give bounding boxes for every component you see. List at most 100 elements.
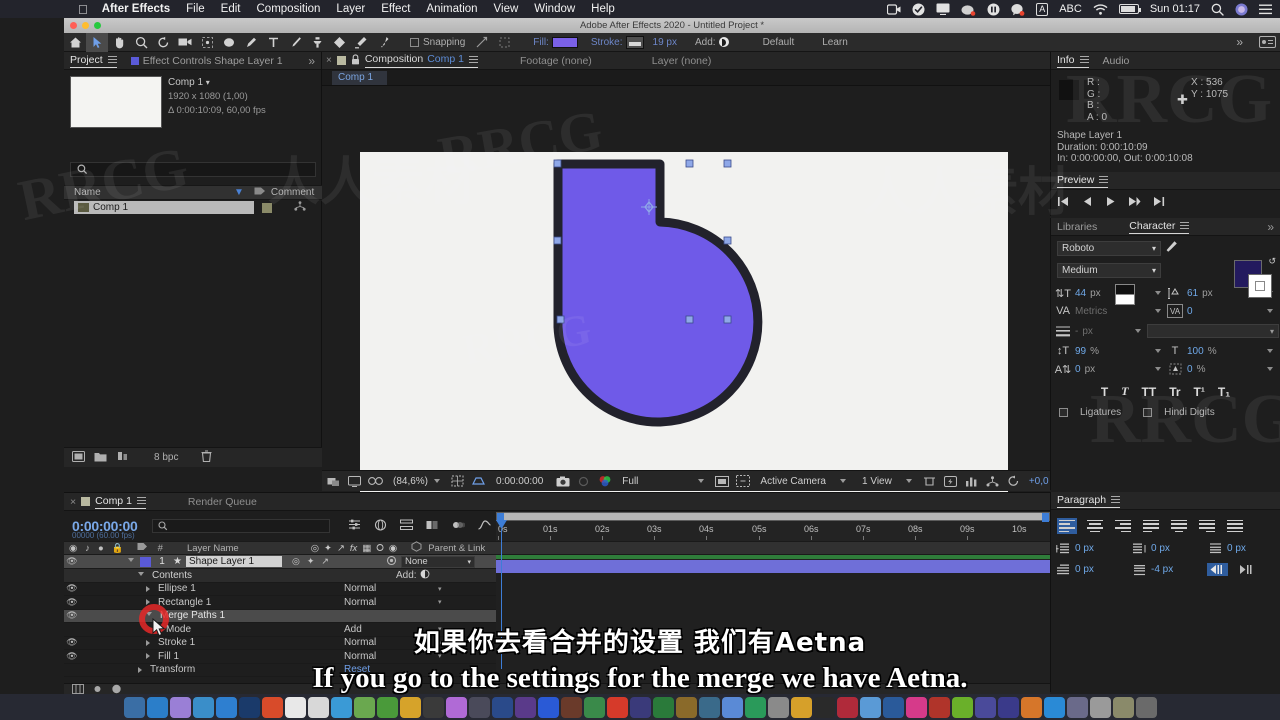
workspace-learn[interactable]: Learn [822, 37, 848, 48]
align-left-button[interactable] [1057, 518, 1077, 534]
stroke-option[interactable]: Stroke: [591, 35, 647, 49]
type-tool-icon[interactable] [262, 33, 284, 52]
column-layer-name[interactable]: Layer Name [187, 543, 239, 554]
ellipse-blend-mode[interactable]: Normal [344, 583, 376, 594]
exposure-value[interactable]: +0,0 [1029, 476, 1049, 487]
justify-last-center-button[interactable] [1169, 518, 1189, 534]
first-frame-icon[interactable] [1057, 196, 1070, 210]
renderer-icon[interactable] [985, 474, 1000, 489]
enable-motion-blur-icon[interactable] [452, 519, 465, 534]
tab-preview[interactable]: Preview [1057, 174, 1109, 188]
region-of-interest-icon[interactable] [471, 474, 486, 489]
dock-icon-39[interactable] [1020, 696, 1042, 718]
reset-exposure-icon[interactable] [1006, 474, 1021, 489]
align-right-button[interactable] [1113, 518, 1133, 534]
dock-icon-25[interactable] [698, 696, 720, 718]
timeline-graph-icon[interactable] [964, 474, 979, 489]
align-center-button[interactable] [1085, 518, 1105, 534]
ellipse-visibility-icon[interactable]: 👁 [64, 583, 80, 594]
dock-icon-30[interactable] [813, 696, 835, 718]
tab-audio[interactable]: Audio [1103, 55, 1130, 67]
kerning-field[interactable]: VA Metrics [1055, 304, 1167, 318]
tab-libraries[interactable]: Libraries [1057, 221, 1097, 233]
zoom-level-value[interactable]: (84,6%) [393, 476, 428, 487]
dock-icon-3[interactable] [192, 696, 214, 718]
dock-icon-27[interactable] [744, 696, 766, 718]
channel-rgb-icon[interactable] [597, 474, 612, 489]
minimize-button[interactable] [82, 22, 89, 29]
work-area-bar[interactable] [496, 512, 1050, 522]
ellipse-mode-dropdown-icon[interactable]: ▾ [438, 585, 442, 593]
layer-duration-bar[interactable] [496, 560, 1050, 573]
rotate-tool-icon[interactable] [152, 33, 174, 52]
column-parent-link[interactable]: Parent & Link [428, 543, 485, 554]
pixel-aspect-icon[interactable] [922, 474, 937, 489]
small-caps-button[interactable]: Tr [1169, 385, 1180, 399]
workspace-overflow-icon[interactable]: » [1236, 35, 1243, 49]
pen-tool-icon[interactable] [240, 33, 262, 52]
parent-pickwhip-icon[interactable] [386, 555, 397, 569]
dock-icon-12[interactable] [399, 696, 421, 718]
dock-icon-22[interactable] [629, 696, 651, 718]
dock-icon-41[interactable] [1066, 696, 1088, 718]
zoom-dropdown-icon[interactable] [434, 479, 441, 483]
layer-row-rectangle-1[interactable]: 👁 Rectangle 1 Normal ▾ [64, 596, 496, 610]
work-area-end-handle[interactable] [1042, 513, 1049, 522]
bit-depth-label[interactable]: 8 bpc [154, 452, 178, 463]
rtl-icon[interactable] [1236, 563, 1257, 576]
menu-item-view[interactable]: View [494, 3, 519, 15]
dock-icon-5[interactable] [238, 696, 260, 718]
fill-stroke-swatches[interactable]: ↺ [1234, 256, 1276, 300]
layer-row-ellipse-1[interactable]: 👁 Ellipse 1 Normal ▾ [64, 583, 496, 596]
dock-icon-28[interactable] [767, 696, 789, 718]
close-timeline-tab-icon[interactable]: × [70, 496, 76, 508]
eyedropper-icon[interactable] [1165, 240, 1181, 256]
show-snapshot-last-icon[interactable] [576, 474, 591, 489]
layer-row-merge-paths-1[interactable]: 👁 Merge Paths 1 [64, 609, 496, 623]
spotlight-search-icon[interactable] [1211, 3, 1224, 16]
timeline-search-input[interactable] [151, 519, 330, 533]
input-source-label[interactable]: ABC [1059, 3, 1082, 15]
dock-icon-26[interactable] [721, 696, 743, 718]
battery-icon[interactable] [1118, 4, 1141, 14]
menu-item-after-effects[interactable]: After Effects [102, 3, 170, 15]
workspace-edit-icon[interactable] [1259, 36, 1276, 48]
resolution-value[interactable]: Full [622, 476, 638, 487]
composition-canvas[interactable] [360, 152, 1008, 517]
timeline-panel-menu-icon[interactable] [136, 495, 146, 506]
menu-item-file[interactable]: File [186, 3, 205, 15]
fill-option[interactable]: Fill: [533, 36, 581, 48]
camera-dropdown-icon[interactable] [839, 479, 846, 483]
merge-paths-visibility-icon[interactable]: 👁 [64, 610, 80, 621]
indent-right-field[interactable]: 0 px [1131, 542, 1207, 555]
column-index[interactable]: # [158, 543, 163, 554]
puppet-pin-tool-icon[interactable] [372, 33, 394, 52]
stroke-width-field[interactable]: - px [1055, 324, 1147, 338]
menu-item-composition[interactable]: Composition [257, 3, 321, 15]
checkmark-icon[interactable] [912, 3, 925, 16]
layer-label-color[interactable] [140, 556, 151, 567]
dock-icon-43[interactable] [1112, 696, 1134, 718]
dock-icon-1[interactable] [146, 696, 168, 718]
layer-adjustment-switch[interactable]: ✦ [307, 556, 315, 567]
column-name[interactable]: Name [74, 187, 234, 198]
wifi-icon[interactable] [1093, 3, 1108, 15]
dock-icon-24[interactable] [675, 696, 697, 718]
dock-icon-8[interactable] [307, 696, 329, 718]
menu-item-window[interactable]: Window [534, 3, 575, 15]
contents-add-icon[interactable] [420, 569, 430, 582]
brush-tool-icon[interactable] [284, 33, 306, 52]
dock-icon-14[interactable] [445, 696, 467, 718]
fast-draft-icon[interactable] [943, 474, 958, 489]
ellipse-twirl-icon[interactable] [146, 585, 150, 592]
snapping-checkbox[interactable] [410, 37, 419, 47]
views-dropdown-icon[interactable] [905, 479, 912, 483]
rectangle-mode-dropdown-icon[interactable]: ▾ [438, 598, 442, 606]
layer-motion-blur-switch[interactable]: ◎ [292, 556, 300, 567]
shape-tool-icon[interactable] [218, 33, 240, 52]
dock-icon-17[interactable] [514, 696, 536, 718]
justify-last-right-button[interactable] [1197, 518, 1217, 534]
first-line-indent-field[interactable]: 0 px [1055, 563, 1131, 576]
all-caps-button[interactable]: TT [1142, 385, 1157, 399]
next-frame-icon[interactable] [1128, 196, 1141, 210]
